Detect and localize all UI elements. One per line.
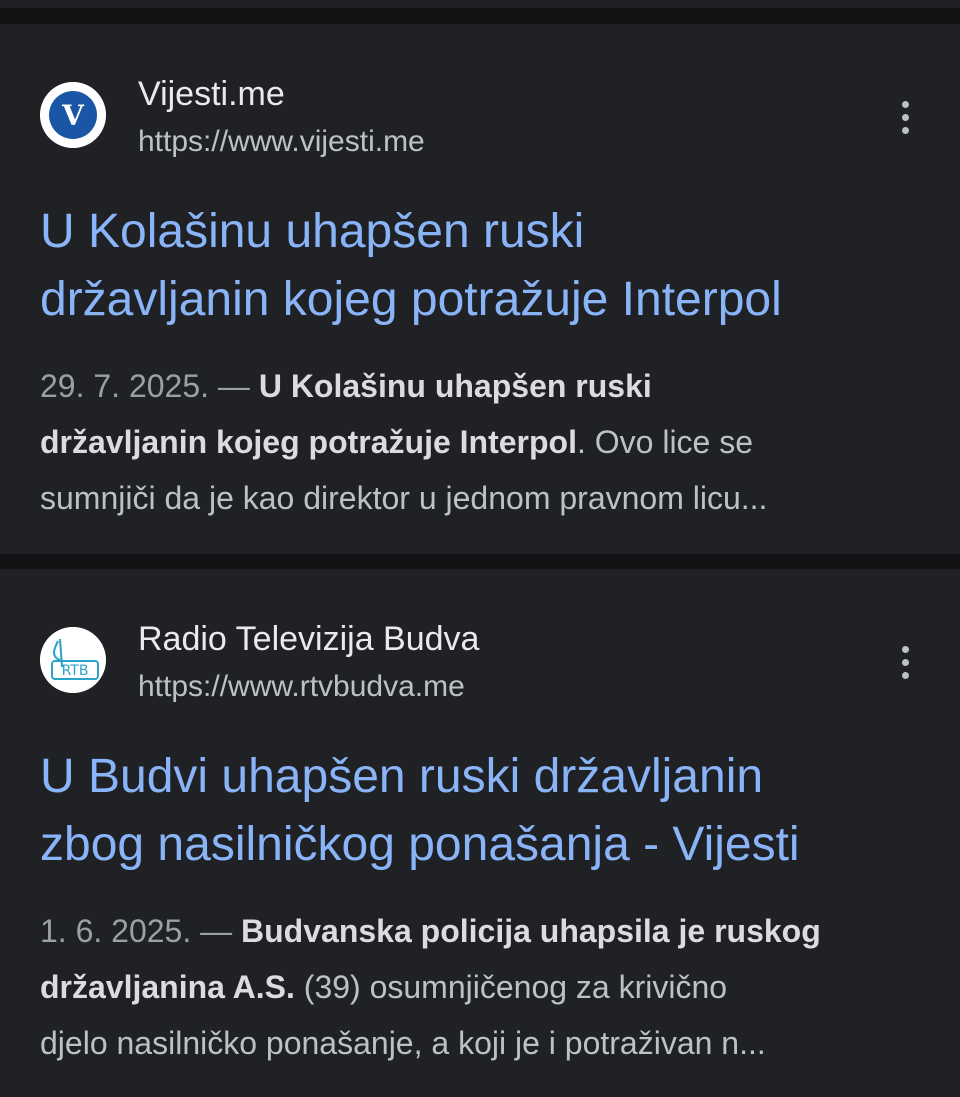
search-result-card: V Vijesti.me https://www.vijesti.me U Ko… <box>0 24 960 554</box>
vijesti-logo-letter: V <box>61 99 85 132</box>
vijesti-favicon-icon[interactable]: V <box>40 82 106 148</box>
snippet-highlight: državljanin kojeg potražuje Interpol <box>40 424 577 460</box>
snippet-text: (39) osumnjičenog za krivično <box>294 969 728 1005</box>
site-url[interactable]: https://www.rtvbudva.me <box>138 669 465 705</box>
site-name[interactable]: Vijesti.me <box>138 74 285 114</box>
more-vert-icon[interactable] <box>888 92 922 142</box>
rtb-logo: RTB <box>40 627 106 693</box>
result-date: 29. 7. 2025. <box>40 368 210 404</box>
rtb-logo-text: RTB <box>62 663 89 679</box>
site-url[interactable]: https://www.vijesti.me <box>138 124 425 160</box>
snippet-separator: — <box>209 368 259 404</box>
snippet-text: . Ovo lice se <box>576 424 754 460</box>
result-title-line: U Kolašinu uhapšen ruski <box>40 205 585 258</box>
result-title-line: državljanin kojeg potražuje Interpol <box>40 273 782 326</box>
result-title-link[interactable]: U Kolašinu uhapšen ruski državljanin koj… <box>40 198 940 334</box>
vijesti-logo: V <box>40 82 106 148</box>
site-name[interactable]: Radio Televizija Budva <box>138 619 479 659</box>
result-snippet: 1. 6. 2025. — Budvanska policija uhapsil… <box>40 903 940 1071</box>
result-title-line: U Budvi uhapšen ruski državljanin <box>40 750 764 803</box>
rtb-favicon-icon[interactable]: RTB <box>40 627 106 693</box>
snippet-text: djelo nasilničko ponašanje, a koji je i … <box>40 1025 766 1061</box>
result-title-link[interactable]: U Budvi uhapšen ruski državljanin zbog n… <box>40 743 940 879</box>
result-title-line: zbog nasilničkog ponašanja - Vijesti <box>40 818 800 871</box>
previous-card-edge <box>0 0 960 8</box>
snippet-highlight: U Kolašinu uhapšen ruski <box>258 368 652 404</box>
snippet-text: sumnjiči da je kao direktor u jednom pra… <box>40 480 768 516</box>
result-snippet: 29. 7. 2025. — U Kolašinu uhapšen ruski … <box>40 358 940 526</box>
snippet-highlight: Budvanska policija uhapsila je ruskog <box>241 913 821 949</box>
result-date: 1. 6. 2025. <box>40 913 192 949</box>
snippet-highlight: državljanina A.S. <box>40 969 295 1005</box>
search-result-card: RTB Radio Televizija Budva https://www.r… <box>0 569 960 1097</box>
snippet-separator: — <box>191 913 242 949</box>
more-vert-icon[interactable] <box>888 637 922 687</box>
